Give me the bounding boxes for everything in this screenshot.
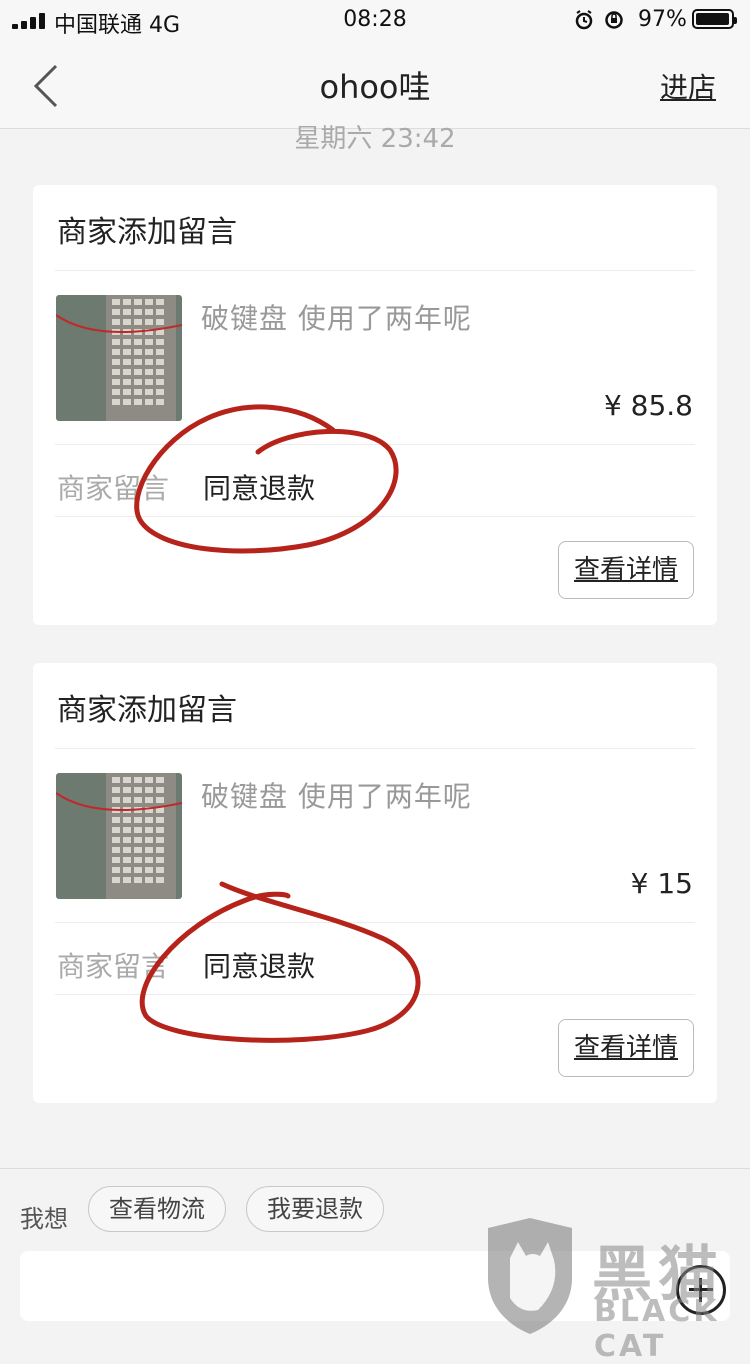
divider — [55, 994, 695, 995]
view-logistics-chip[interactable]: 查看物流 — [88, 1186, 226, 1232]
merchant-note-value: 同意退款 — [203, 472, 316, 505]
nav-title: ohoo哇 — [319, 68, 431, 106]
view-details-button[interactable]: 查看详情 — [558, 1019, 694, 1077]
merchant-note-value: 同意退款 — [203, 950, 316, 983]
request-refund-chip[interactable]: 我要退款 — [246, 1186, 384, 1232]
message-timestamp: 星期六 23:42 — [294, 124, 456, 154]
card-title: 商家添加留言 — [57, 215, 237, 250]
product-price: ¥ 15 — [630, 867, 693, 900]
divider — [55, 922, 695, 923]
plus-icon[interactable] — [676, 1265, 726, 1315]
battery-percent: 97% — [638, 7, 687, 32]
merchant-note-label: 商家留言 — [57, 950, 170, 983]
battery-icon — [692, 9, 737, 29]
merchant-message-card: 商家添加留言 破键盘 使用了两年呢 ¥ 15 商家留言 同意退款 查看详情 — [33, 663, 717, 1103]
product-thumbnail[interactable] — [56, 773, 182, 899]
bottom-bar: 我想 查看物流 我要退款 — [0, 1168, 750, 1335]
product-thumbnail[interactable] — [56, 295, 182, 421]
divider — [55, 516, 695, 517]
divider — [55, 444, 695, 445]
card-title: 商家添加留言 — [57, 693, 237, 728]
enter-store-link[interactable]: 进店 — [660, 66, 716, 106]
merchant-note-label: 商家留言 — [57, 472, 170, 505]
status-bar: 中国联通 4G 08:28 97% — [0, 0, 750, 40]
merchant-message-card: 商家添加留言 破键盘 使用了两年呢 ¥ 85.8 商家留言 同意退款 查看详情 — [33, 185, 717, 625]
product-name: 破键盘 使用了两年呢 — [201, 302, 472, 335]
message-input[interactable] — [20, 1251, 730, 1321]
product-price: ¥ 85.8 — [603, 389, 693, 422]
quick-reply-label: 我想 — [20, 1205, 68, 1233]
divider — [55, 270, 695, 271]
view-details-button[interactable]: 查看详情 — [558, 541, 694, 599]
divider — [55, 748, 695, 749]
alarm-and-rotation-lock-icons — [575, 10, 623, 30]
product-name: 破键盘 使用了两年呢 — [201, 780, 472, 813]
nav-bar: ohoo哇 进店 — [0, 40, 750, 129]
